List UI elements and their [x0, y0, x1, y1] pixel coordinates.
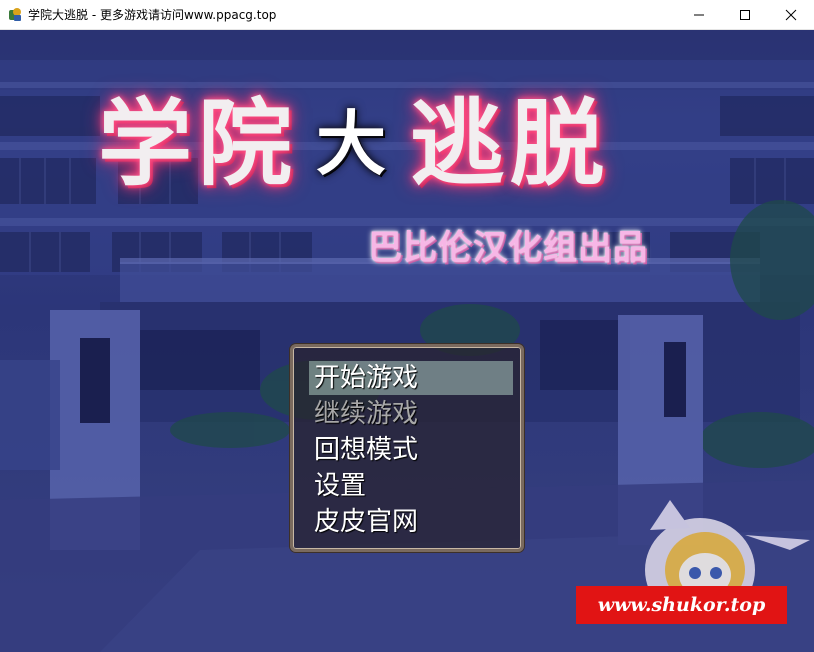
- game-window: 学院大逃脱 - 更多游戏请访问www.ppacg.top 学院 大 逃脱 巴比伦…: [0, 0, 814, 652]
- menu-item-official-site[interactable]: 皮皮官网: [309, 505, 513, 539]
- close-button[interactable]: [768, 0, 814, 30]
- minimize-icon: [694, 14, 704, 16]
- maximize-icon: [740, 10, 750, 20]
- menu-item-continue[interactable]: 继续游戏: [309, 397, 513, 431]
- menu-item-recollection[interactable]: 回想模式: [309, 433, 513, 467]
- watermark-badge: www.shukor.top: [576, 586, 787, 624]
- menu-item-new-game[interactable]: 开始游戏: [309, 361, 513, 395]
- logo-title-left: 学院: [98, 90, 299, 199]
- logo-title-mid: 大: [316, 103, 393, 185]
- window-controls: [676, 0, 814, 30]
- maximize-button[interactable]: [722, 0, 768, 30]
- game-app-icon[interactable]: [8, 7, 22, 22]
- minimize-button[interactable]: [676, 0, 722, 30]
- menu-item-settings[interactable]: 设置: [309, 469, 513, 503]
- title-menu: 开始游戏 继续游戏 回想模式 设置 皮皮官网: [290, 344, 524, 552]
- game-logo-title: 学院大逃脱: [98, 68, 610, 204]
- game-canvas[interactable]: 学院大逃脱 巴比伦汉化组出品 开始游戏 继续游戏 回想模式 设置 皮皮官网 ww…: [0, 30, 814, 652]
- logo-subtitle: 巴比伦汉化组出品: [368, 228, 648, 268]
- window-title: 学院大逃脱 - 更多游戏请访问www.ppacg.top: [28, 8, 277, 22]
- title-bar: 学院大逃脱 - 更多游戏请访问www.ppacg.top: [0, 0, 814, 30]
- close-icon: [785, 9, 797, 21]
- logo-title-right: 逃脱: [410, 90, 611, 199]
